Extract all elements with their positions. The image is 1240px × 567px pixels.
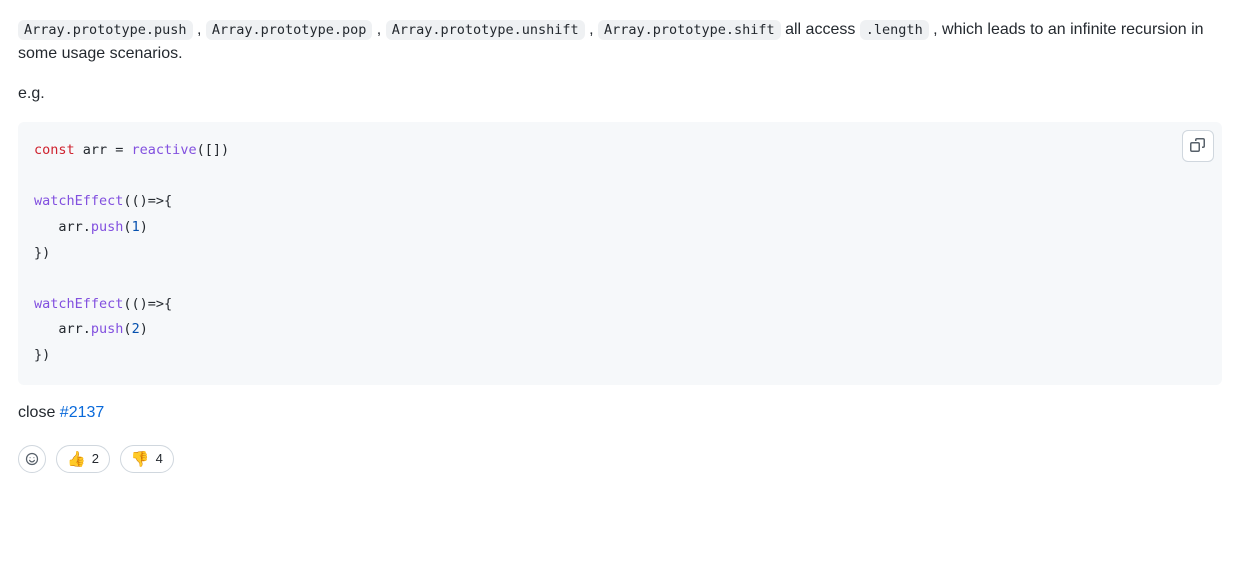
token-func: push (91, 219, 124, 235)
token-func: reactive (132, 142, 197, 158)
code-content: const arr = reactive([]) watchEffect(()=… (18, 122, 1222, 385)
thumbs-down-icon: 👎 (131, 450, 150, 468)
token-func: watchEffect (34, 296, 123, 312)
token-text: }) (34, 347, 50, 363)
token-text: arr = (75, 142, 132, 158)
token-text: ) (140, 321, 148, 337)
text: , (585, 21, 598, 38)
comment-body: Array.prototype.push , Array.prototype.p… (18, 18, 1222, 473)
inline-code: .length (860, 20, 929, 40)
issue-link[interactable]: #2137 (60, 404, 105, 421)
token-text: ) (140, 219, 148, 235)
token-keyword: const (34, 142, 75, 158)
token-text: ( (123, 219, 131, 235)
reaction-thumbs-up[interactable]: 👍 2 (56, 445, 110, 473)
inline-code: Array.prototype.shift (598, 20, 781, 40)
inline-code: Array.prototype.push (18, 20, 193, 40)
add-reaction-button[interactable] (18, 445, 46, 473)
copy-button[interactable] (1182, 130, 1214, 162)
token-text: (()=>{ (123, 296, 172, 312)
token-number: 2 (132, 321, 140, 337)
token-text: ( (123, 321, 131, 337)
token-text: arr. (34, 219, 91, 235)
token-text: ([]) (197, 142, 230, 158)
paragraph-text: Array.prototype.push , Array.prototype.p… (18, 18, 1222, 66)
smiley-icon (25, 451, 39, 467)
close-text: close (18, 404, 60, 421)
text: all access (781, 21, 860, 38)
token-text: arr. (34, 321, 91, 337)
reaction-thumbs-down[interactable]: 👎 4 (120, 445, 174, 473)
token-text: }) (34, 245, 50, 261)
token-number: 1 (132, 219, 140, 235)
text: , (372, 21, 385, 38)
inline-code: Array.prototype.pop (206, 20, 372, 40)
token-func: watchEffect (34, 193, 123, 209)
reaction-count: 2 (92, 451, 99, 466)
token-func: push (91, 321, 124, 337)
token-text: (()=>{ (123, 193, 172, 209)
inline-code: Array.prototype.unshift (386, 20, 585, 40)
text: , (193, 21, 206, 38)
example-label: e.g. (18, 82, 1222, 106)
copy-icon (1190, 138, 1206, 154)
reaction-count: 4 (156, 451, 163, 466)
thumbs-up-icon: 👍 (67, 450, 86, 468)
reactions-bar: 👍 2 👎 4 (18, 445, 1222, 473)
code-block: const arr = reactive([]) watchEffect(()=… (18, 122, 1222, 385)
close-line: close #2137 (18, 401, 1222, 425)
